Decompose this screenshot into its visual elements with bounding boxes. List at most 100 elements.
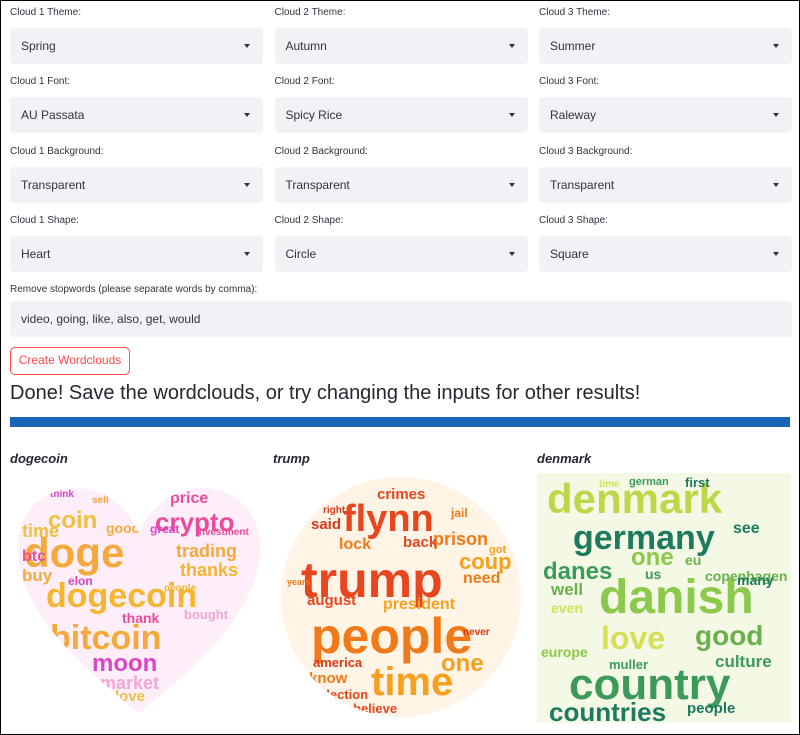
cloud-word: price [170, 490, 208, 507]
stopwords-label: Remove stopwords (please separate words … [10, 284, 258, 295]
cloud-word: bought [184, 607, 229, 622]
cloud3-shape-select[interactable]: Square [539, 236, 792, 272]
cloud-word: german [629, 476, 669, 488]
cloud-word: europe [541, 644, 588, 660]
cloud1-theme-label: Cloud 1 Theme: [10, 7, 81, 18]
cloud-word: love [115, 688, 145, 705]
cloud-word: eu [685, 552, 701, 568]
cloud-word: crimes [377, 486, 425, 503]
cloud-word: love [601, 620, 665, 656]
cloud2-font: Cloud 2 Font: Spicy Rice [274, 75, 528, 133]
cloud-word: us [645, 566, 662, 582]
cloud-word: countries [549, 697, 666, 723]
cloud3-font-label: Cloud 3 Font: [539, 76, 600, 87]
cloud2-background-select[interactable]: Transparent [274, 167, 528, 203]
cloud-word: president [383, 596, 456, 613]
wordcloud-image-dogecoin: doge dogecoin bitcoin crypto coin moon m… [17, 488, 261, 713]
chevron-down-icon [772, 28, 780, 64]
cloud2-shape-label: Cloud 2 Shape: [274, 215, 344, 226]
cloud-word: believe [353, 701, 397, 716]
wordcloud-image-trump: trump people time flynn prison crimes co… [281, 477, 521, 717]
chevron-down-icon [243, 167, 251, 203]
cloud1-shape-label: Cloud 1 Shape: [10, 215, 79, 226]
cloud-word: said [311, 516, 341, 533]
progress-bar [10, 417, 790, 427]
chevron-down-icon [243, 236, 251, 272]
cloud3-background-select[interactable]: Transparent [539, 167, 792, 203]
cloud-word: muller [609, 657, 648, 672]
cloud-word: jail [450, 506, 468, 520]
font-row: Cloud 1 Font: AU Passata Cloud 2 Font: Spi… [10, 75, 792, 133]
cloud-word: people [687, 700, 735, 717]
cloud3-background-label: Cloud 3 Background: [539, 146, 633, 157]
cloud-word: buy [22, 566, 53, 585]
cloud-word: thank [122, 610, 160, 626]
cloud-word: never [463, 627, 490, 638]
cloud1-theme-select[interactable]: Spring [10, 28, 263, 64]
cloud1-background-select[interactable]: Transparent [10, 167, 263, 203]
cloud2-shape-select[interactable]: Circle [274, 236, 528, 272]
cloud-word: got [489, 544, 506, 556]
cloud1-shape-select[interactable]: Heart [10, 236, 263, 272]
cloud3-font-select[interactable]: Raleway [539, 97, 792, 133]
cloud-word: back [403, 534, 438, 551]
cloud-word: right [323, 505, 346, 516]
cloud2-theme-select[interactable]: Autumn [274, 28, 528, 64]
cloud-word: prison [433, 529, 488, 549]
cloud3-theme-select[interactable]: Summer [539, 28, 792, 64]
cloud1-title: dogecoin [10, 451, 68, 466]
stopwords-input[interactable]: video, going, like, also, get, would [10, 301, 792, 337]
cloud2-background-label: Cloud 2 Background: [274, 146, 368, 157]
cloud-word: sell [92, 495, 109, 506]
cloud-word: time [599, 479, 620, 490]
shape-row: Cloud 1 Shape: Heart Cloud 2 Shape: Circle… [10, 214, 792, 272]
cloud-word: see [733, 520, 760, 537]
cloud-word: one [441, 650, 484, 677]
chevron-down-icon [772, 236, 780, 272]
cloud3-title: denmark [537, 451, 592, 466]
cloud-word: first [685, 475, 710, 490]
cloud-word: btc [22, 548, 46, 565]
cloud-word: well [550, 580, 583, 599]
cloud-word: great [150, 522, 179, 536]
cloud-word: years [287, 577, 311, 587]
chevron-down-icon [508, 97, 516, 133]
cloud2-theme: Cloud 2 Theme: Autumn [274, 6, 528, 64]
cloud-word: thanks [180, 560, 238, 580]
cloud2-font-select[interactable]: Spicy Rice [274, 97, 528, 133]
create-wordclouds-button[interactable]: Create Wordclouds [10, 347, 130, 375]
progress-bar-fill [10, 417, 790, 427]
cloud2-background-value: Transparent [285, 178, 350, 192]
cloud2-theme-label: Cloud 2 Theme: [274, 7, 346, 18]
cloud2-theme-value: Autumn [285, 39, 327, 53]
cloud-word: elon [68, 574, 93, 588]
theme-row: Cloud 1 Theme: Spring Cloud 2 Theme: Autum… [10, 6, 792, 64]
wordcloud-image-denmark: denmark germany danish country countries… [537, 473, 791, 723]
cloud1-font-value: AU Passata [21, 108, 85, 122]
cloud-word: think [50, 489, 74, 500]
cloud2-background: Cloud 2 Background: Transparent [274, 145, 528, 203]
cloud1-shape: Cloud 1 Shape: Heart [10, 214, 263, 272]
cloud3-theme-value: Summer [550, 39, 596, 53]
cloud-word: good [695, 620, 763, 651]
cloud-word: investment [196, 527, 249, 538]
cloud-word: culture [715, 652, 772, 671]
cloud-word: america [313, 655, 363, 670]
cloud1-font-label: Cloud 1 Font: [10, 76, 71, 87]
cloud1-theme-value: Spring [21, 39, 56, 53]
cloud-word: even [551, 600, 583, 616]
cloud1-theme: Cloud 1 Theme: Spring [10, 6, 263, 64]
cloud3-theme-label: Cloud 3 Theme: [539, 7, 610, 18]
cloud-word: time [22, 521, 59, 541]
cloud2-font-label: Cloud 2 Font: [274, 76, 335, 87]
status-message: Done! Save the wordclouds, or try changi… [10, 382, 641, 404]
cloud3-font-value: Raleway [550, 108, 597, 122]
cloud3-background-value: Transparent [550, 178, 615, 192]
cloud-word: trading [176, 541, 237, 561]
cloud2-shape: Cloud 2 Shape: Circle [274, 214, 528, 272]
cloud-word: august [307, 592, 356, 609]
cloud-word: lock [339, 536, 371, 553]
cloud1-font-select[interactable]: AU Passata [10, 97, 263, 133]
cloud1-font: Cloud 1 Font: AU Passata [10, 75, 263, 133]
cloud-word: election [319, 687, 368, 702]
